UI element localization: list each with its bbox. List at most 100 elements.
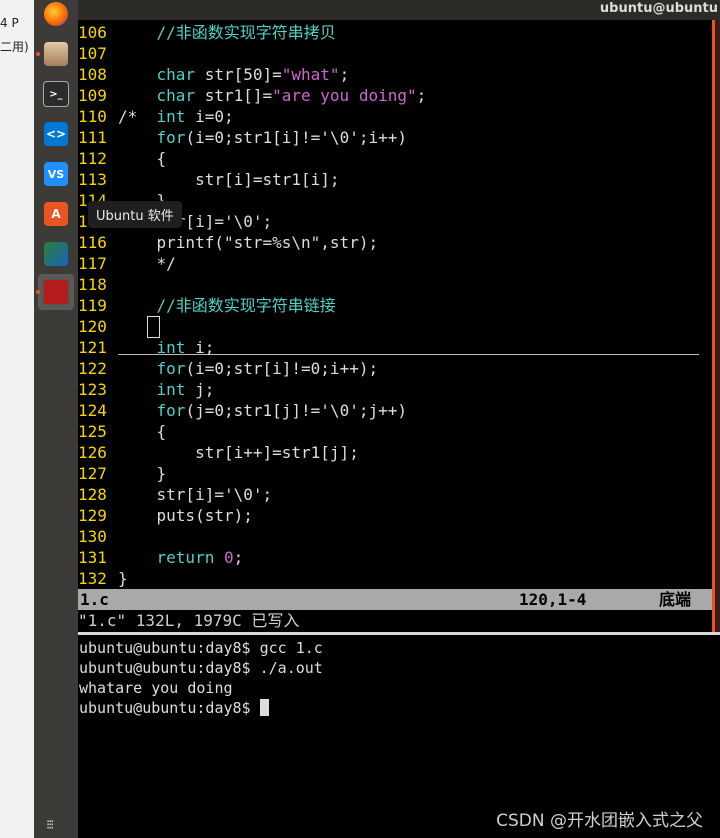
code-token: int (156, 380, 186, 399)
code-token: str[i++]=str1[j]; (195, 443, 359, 462)
dock-item-files[interactable] (36, 36, 74, 72)
terminal-line: ubuntu@ubuntu:day8$ gcc 1.c (79, 639, 323, 657)
code-line: 126 str[i++]=str1[j]; (78, 442, 359, 463)
code-token: ; (416, 86, 427, 105)
code-token: char (156, 86, 196, 105)
launcher-dock: >_ <> VS A ⁝⁝⁝ (34, 0, 79, 838)
code-token: str[i]=str1[i]; (195, 170, 340, 189)
code-line: 125 { (78, 421, 166, 442)
code-line: 106 //非函数实现字符串拷贝 (78, 22, 336, 43)
terminal-prompt-line: ubuntu@ubuntu:day8$ (79, 698, 269, 718)
dock-item-vscode-alt[interactable]: VS (38, 156, 74, 192)
line-number: 120 (78, 317, 107, 336)
line-number: 117 (78, 254, 107, 273)
code-line: 119 //非函数实现字符串链接 (78, 295, 336, 316)
dock-item-vscode[interactable]: <> (38, 116, 74, 152)
code-token: (i=0;str1[i]!='\0';i++) (185, 128, 407, 147)
dock-item-terminal[interactable]: >_ (38, 76, 74, 112)
status-position: 120,1-4 (519, 590, 587, 609)
running-indicator (36, 52, 40, 56)
text-cursor (147, 316, 160, 338)
dock-item-red-app[interactable] (36, 274, 74, 310)
firefox-icon (44, 2, 68, 26)
code-token: } (118, 569, 128, 588)
code-line: 109 char str1[]="are you doing"; (78, 85, 426, 106)
status-filename: 1.c (80, 590, 109, 609)
code-line: 128 str[i]='\0'; (78, 484, 272, 505)
line-number: 118 (78, 275, 107, 294)
code-line: 108 char str[50]="what"; (78, 64, 349, 85)
red-app-icon (42, 278, 70, 306)
code-line: 117 */ (78, 253, 176, 274)
code-token: } (156, 464, 167, 483)
code-token: //非函数实现字符串链接 (156, 296, 336, 315)
code-token: 0 (223, 548, 234, 567)
vim-status-bar: 1.c 120,1-4 底端 (78, 589, 712, 610)
code-token: //非函数实现字符串拷贝 (156, 23, 336, 42)
window-title-bar: ubuntu@ubuntu (78, 0, 720, 20)
code-token: "what" (281, 65, 340, 84)
code-token: (i=0;str[i]!=0;i++); (185, 359, 379, 378)
code-token: "are you doing" (272, 86, 417, 105)
code-token: char (156, 65, 196, 84)
line-number: 121 (78, 338, 107, 357)
code-token: (j=0;str1[j]!='\0';j++) (185, 401, 407, 420)
vim-message-line: "1.c" 132L, 1979C 已写入 (78, 611, 300, 630)
code-token: int (156, 338, 186, 357)
line-number: 124 (78, 401, 107, 420)
line-number: 109 (78, 86, 107, 105)
code-line: 121 int i; (78, 337, 214, 358)
code-line: 123 int j; (78, 379, 214, 400)
code-token: puts(str); (156, 506, 253, 525)
background-window-text: 4 P (0, 16, 19, 30)
code-token: str[50]= (195, 65, 282, 84)
code-token: for (156, 401, 186, 420)
terminal-prompt: ubuntu@ubuntu:day8$ (79, 699, 260, 717)
code-token: str[i]='\0'; (156, 485, 273, 504)
code-token: { (156, 149, 167, 168)
line-number: 127 (78, 464, 107, 483)
code-token: i; (185, 338, 215, 357)
background-window-text: 二用) (0, 40, 29, 54)
dock-tooltip: Ubuntu 软件 (88, 201, 182, 228)
vscode-alt-icon: VS (44, 162, 68, 186)
line-number: 119 (78, 296, 107, 315)
background-window-edge: 4 P 二用) (0, 0, 35, 838)
show-applications-icon[interactable]: ⁝⁝⁝ (46, 818, 55, 833)
terminal-icon: >_ (43, 81, 69, 107)
dock-item-network[interactable] (38, 236, 74, 272)
code-token: i=0; (185, 107, 234, 126)
code-line: 112 { (78, 148, 166, 169)
code-indent: /* (118, 107, 157, 126)
dock-item-ubuntu-software[interactable]: A (38, 196, 74, 232)
files-icon (44, 42, 68, 66)
code-line: 130 (78, 526, 118, 547)
code-token: printf("str=%s\n",str); (156, 233, 379, 252)
code-token: str1[]= (195, 86, 273, 105)
code-line: 129 puts(str); (78, 505, 253, 526)
code-line: 124 for(j=0;str1[j]!='\0';j++) (78, 400, 407, 421)
dock-item-firefox[interactable] (38, 0, 74, 32)
line-number: 125 (78, 422, 107, 441)
code-token: */ (156, 254, 176, 273)
line-number: 131 (78, 548, 107, 567)
status-scroll: 底端 (659, 590, 692, 609)
line-number: 111 (78, 128, 107, 147)
vim-editor[interactable]: 1.c 120,1-4 底端 "1.c" 132L, 1979C 已写入 106… (78, 20, 712, 632)
scrollbar-accent (712, 20, 715, 632)
line-number: 112 (78, 149, 107, 168)
line-number: 113 (78, 170, 107, 189)
line-number: 106 (78, 23, 107, 42)
